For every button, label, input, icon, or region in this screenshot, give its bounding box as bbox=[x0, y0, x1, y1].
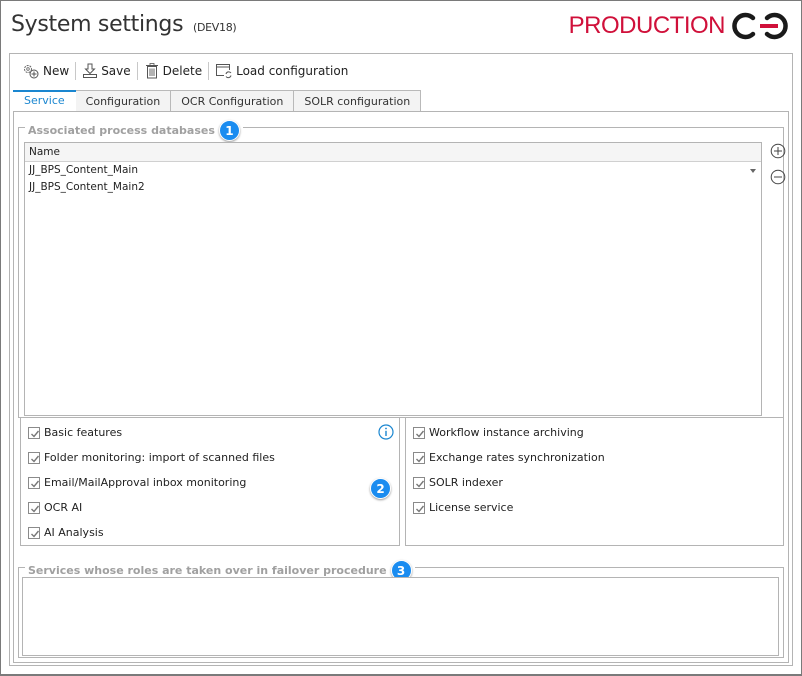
table-row[interactable]: JJ_BPS_Content_Main bbox=[25, 162, 761, 179]
associated-databases-title: Associated process databases 1 bbox=[25, 120, 243, 141]
checkbox-email-inbox-monitoring[interactable]: Email/MailApproval inbox monitoring bbox=[28, 476, 246, 489]
info-button[interactable] bbox=[378, 424, 394, 443]
checkbox-checked-icon bbox=[28, 501, 40, 514]
tab-configuration[interactable]: Configuration bbox=[75, 90, 172, 112]
checkbox-checked-icon bbox=[413, 501, 425, 514]
checkbox-workflow-archiving[interactable]: Workflow instance archiving bbox=[413, 426, 584, 439]
environment-brand: PRODUCTION bbox=[569, 11, 791, 41]
checkbox-checked-icon bbox=[28, 451, 40, 464]
associated-databases-title-text: Associated process databases bbox=[28, 124, 215, 137]
load-configuration-label: Load configuration bbox=[236, 64, 349, 78]
window-title: System settings (DEV18) bbox=[11, 12, 237, 37]
trash-icon bbox=[145, 63, 158, 79]
checkbox-label: OCR AI bbox=[44, 501, 83, 514]
callout-badge-2: 2 bbox=[370, 478, 391, 499]
minus-circle-icon bbox=[770, 169, 786, 185]
tab-ocr-configuration[interactable]: OCR Configuration bbox=[171, 90, 295, 112]
load-window-refresh-icon bbox=[216, 64, 232, 79]
tab-bar: Service Configuration OCR Configuration … bbox=[13, 90, 422, 112]
checkbox-checked-icon bbox=[28, 426, 40, 439]
tab-solr-configuration[interactable]: SOLR configuration bbox=[294, 90, 422, 112]
row-dropdown-arrow-icon[interactable] bbox=[750, 169, 756, 173]
checkbox-ocr-ai[interactable]: OCR AI bbox=[28, 501, 82, 514]
new-gear-icon bbox=[24, 65, 39, 79]
delete-label: Delete bbox=[162, 64, 203, 78]
checkbox-basic-features[interactable]: Basic features bbox=[28, 426, 122, 439]
save-button[interactable]: Save bbox=[78, 63, 134, 79]
checkbox-checked-icon bbox=[413, 476, 425, 489]
window-subtitle: (DEV18) bbox=[192, 21, 237, 34]
toolbar: New Save Delete Load configuration bbox=[18, 61, 352, 81]
services-right-panel: Workflow instance archiving Exchange rat… bbox=[405, 417, 784, 546]
checkbox-label: Email/MailApproval inbox monitoring bbox=[44, 476, 247, 489]
failover-services-title-text: Services whose roles are taken over in f… bbox=[28, 564, 387, 577]
load-configuration-button[interactable]: Load configuration bbox=[211, 63, 352, 79]
checkbox-exchange-rates-sync[interactable]: Exchange rates synchronization bbox=[413, 451, 605, 464]
databases-grid: Name JJ_BPS_Content_Main JJ_BPS_Content_… bbox=[24, 142, 762, 416]
delete-button[interactable]: Delete bbox=[140, 63, 206, 79]
toolbar-separator bbox=[75, 62, 77, 80]
toolbar-separator bbox=[136, 62, 138, 80]
environment-label: PRODUCTION bbox=[568, 12, 726, 39]
checkbox-checked-icon bbox=[413, 451, 425, 464]
toolbar-separator bbox=[208, 62, 210, 80]
column-header-name[interactable]: Name bbox=[25, 143, 761, 162]
checkbox-label: Workflow instance archiving bbox=[429, 426, 584, 439]
checkbox-checked-icon bbox=[28, 476, 40, 489]
services-left-panel: Basic features Folder monitoring: import… bbox=[20, 417, 400, 546]
checkbox-label: Basic features bbox=[44, 426, 123, 439]
checkbox-folder-monitoring[interactable]: Folder monitoring: import of scanned fil… bbox=[28, 451, 275, 464]
table-row[interactable]: JJ_BPS_Content_Main2 bbox=[25, 179, 761, 196]
checkbox-label: License service bbox=[429, 501, 514, 514]
checkbox-label: Folder monitoring: import of scanned fil… bbox=[44, 451, 275, 464]
failover-services-list[interactable] bbox=[22, 577, 779, 656]
checkbox-label: AI Analysis bbox=[44, 526, 104, 539]
checkbox-solr-indexer[interactable]: SOLR indexer bbox=[413, 476, 503, 489]
tab-service[interactable]: Service bbox=[13, 90, 76, 112]
checkbox-ai-analysis[interactable]: AI Analysis bbox=[28, 526, 104, 539]
save-label: Save bbox=[101, 64, 131, 78]
failover-services-group: Services whose roles are taken over in f… bbox=[18, 560, 784, 658]
checkbox-label: SOLR indexer bbox=[429, 476, 503, 489]
associated-databases-group: Associated process databases 1 Name JJ_B… bbox=[18, 120, 786, 418]
save-download-icon bbox=[83, 63, 98, 78]
callout-badge-1: 1 bbox=[218, 120, 240, 141]
info-icon bbox=[378, 424, 394, 440]
add-database-button[interactable] bbox=[770, 143, 786, 162]
checkbox-label: Exchange rates synchronization bbox=[429, 451, 605, 464]
webcon-logo-icon bbox=[732, 12, 788, 40]
system-settings-window: System settings (DEV18) PRODUCTION New S… bbox=[0, 0, 802, 676]
checkbox-checked-icon bbox=[28, 526, 40, 539]
checkbox-checked-icon bbox=[413, 426, 425, 439]
settings-panel: New Save Delete Load configuration Servi… bbox=[9, 53, 793, 666]
checkbox-license-service[interactable]: License service bbox=[413, 501, 513, 514]
window-title-text: System settings bbox=[11, 12, 184, 37]
plus-circle-icon bbox=[770, 143, 786, 159]
remove-database-button[interactable] bbox=[770, 169, 786, 188]
new-button[interactable]: New bbox=[18, 63, 73, 79]
new-label: New bbox=[43, 64, 70, 78]
service-tab-content: Associated process databases 1 Name JJ_B… bbox=[13, 111, 789, 663]
